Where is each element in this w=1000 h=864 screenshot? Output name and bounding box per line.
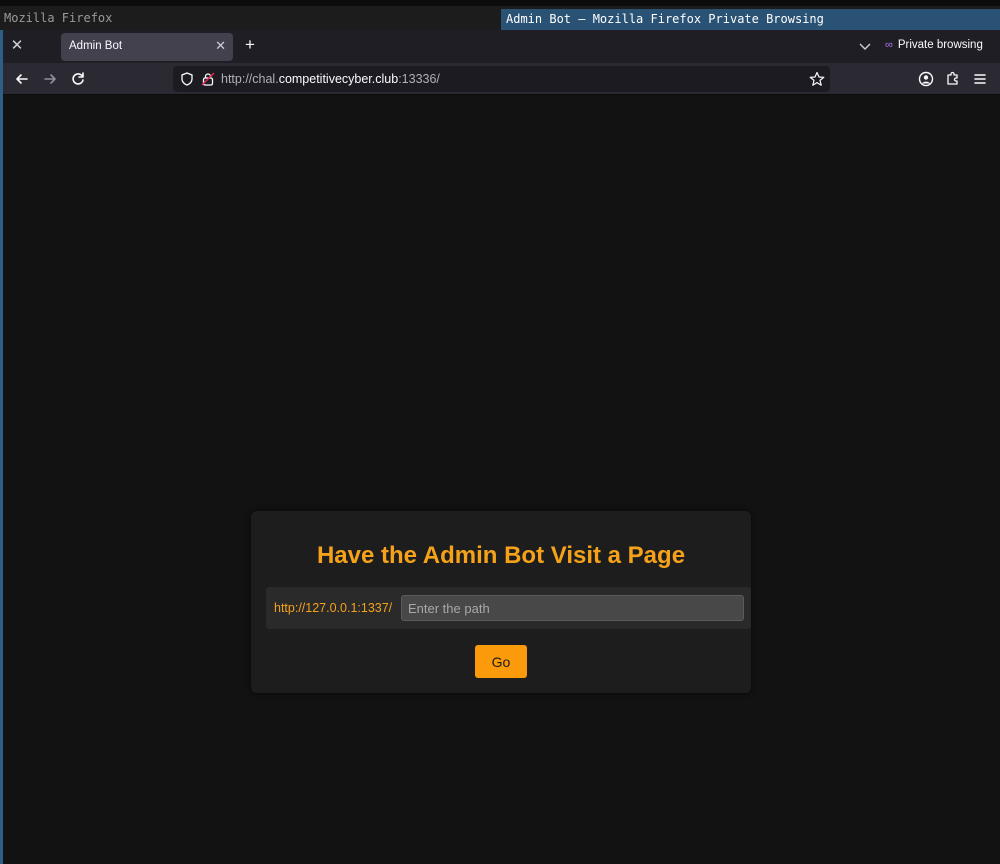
tab-strip: ✕ Admin Bot ✕ + ∞ Private browsing [3, 30, 1000, 63]
new-tab-button[interactable]: + [242, 35, 258, 55]
admin-bot-card: Have the Admin Bot Visit a Page http://1… [251, 511, 751, 693]
menu-button[interactable] [970, 69, 990, 89]
insecure-lock-icon[interactable] [201, 72, 215, 86]
puzzle-icon [947, 71, 958, 85]
arrow-left-icon [16, 74, 28, 84]
window-title-inactive[interactable]: Mozilla Firefox [4, 11, 112, 25]
private-mask-icon: ∞ [885, 39, 893, 51]
tab-admin-bot[interactable]: Admin Bot ✕ [61, 33, 233, 61]
tab-title: Admin Bot [69, 40, 123, 52]
url-bar[interactable]: http://chal.competitivecyber.club:13336/ [173, 66, 830, 92]
url-scheme: http://chal. [221, 72, 279, 86]
close-window-icon[interactable]: ✕ [8, 37, 26, 55]
private-browsing-indicator: ∞ Private browsing [885, 39, 983, 51]
hamburger-menu-icon [974, 74, 986, 84]
list-all-tabs-button[interactable] [858, 39, 872, 58]
page-title: Have the Admin Bot Visit a Page [316, 542, 686, 569]
window-title-active-text: Admin Bot — Mozilla Firefox Private Brow… [506, 12, 824, 26]
window-manager-bar: Mozilla Firefox Admin Bot — Mozilla Fire… [0, 0, 1000, 31]
window-title-active[interactable]: Admin Bot — Mozilla Firefox Private Brow… [501, 9, 1000, 31]
back-button[interactable] [12, 69, 32, 89]
reload-button[interactable] [68, 69, 88, 89]
forward-button[interactable] [40, 69, 60, 89]
url-domain: competitivecyber.club [278, 72, 399, 86]
tab-close-icon[interactable]: ✕ [215, 38, 226, 54]
shield-icon[interactable] [180, 72, 194, 86]
url-port-path: :13336/ [398, 72, 440, 86]
navigation-toolbar: http://chal.competitivecyber.club:13336/ [3, 63, 1000, 95]
url-text: http://chal.competitivecyber.club:13336/ [221, 72, 440, 86]
go-button[interactable]: Go [475, 645, 527, 678]
account-button[interactable] [916, 69, 936, 89]
host-prefix-label: http://127.0.0.1:1337/ [274, 601, 393, 615]
visit-form: http://127.0.0.1:1337/ [266, 587, 751, 629]
star-icon[interactable] [809, 71, 825, 87]
arrow-right-icon [44, 74, 56, 84]
reload-icon [72, 72, 84, 85]
account-icon [918, 71, 934, 87]
private-browsing-label: Private browsing [897, 39, 983, 51]
window-border [0, 30, 3, 864]
extensions-button[interactable] [943, 69, 963, 89]
path-input[interactable] [401, 595, 744, 621]
chevron-down-icon [859, 43, 871, 50]
